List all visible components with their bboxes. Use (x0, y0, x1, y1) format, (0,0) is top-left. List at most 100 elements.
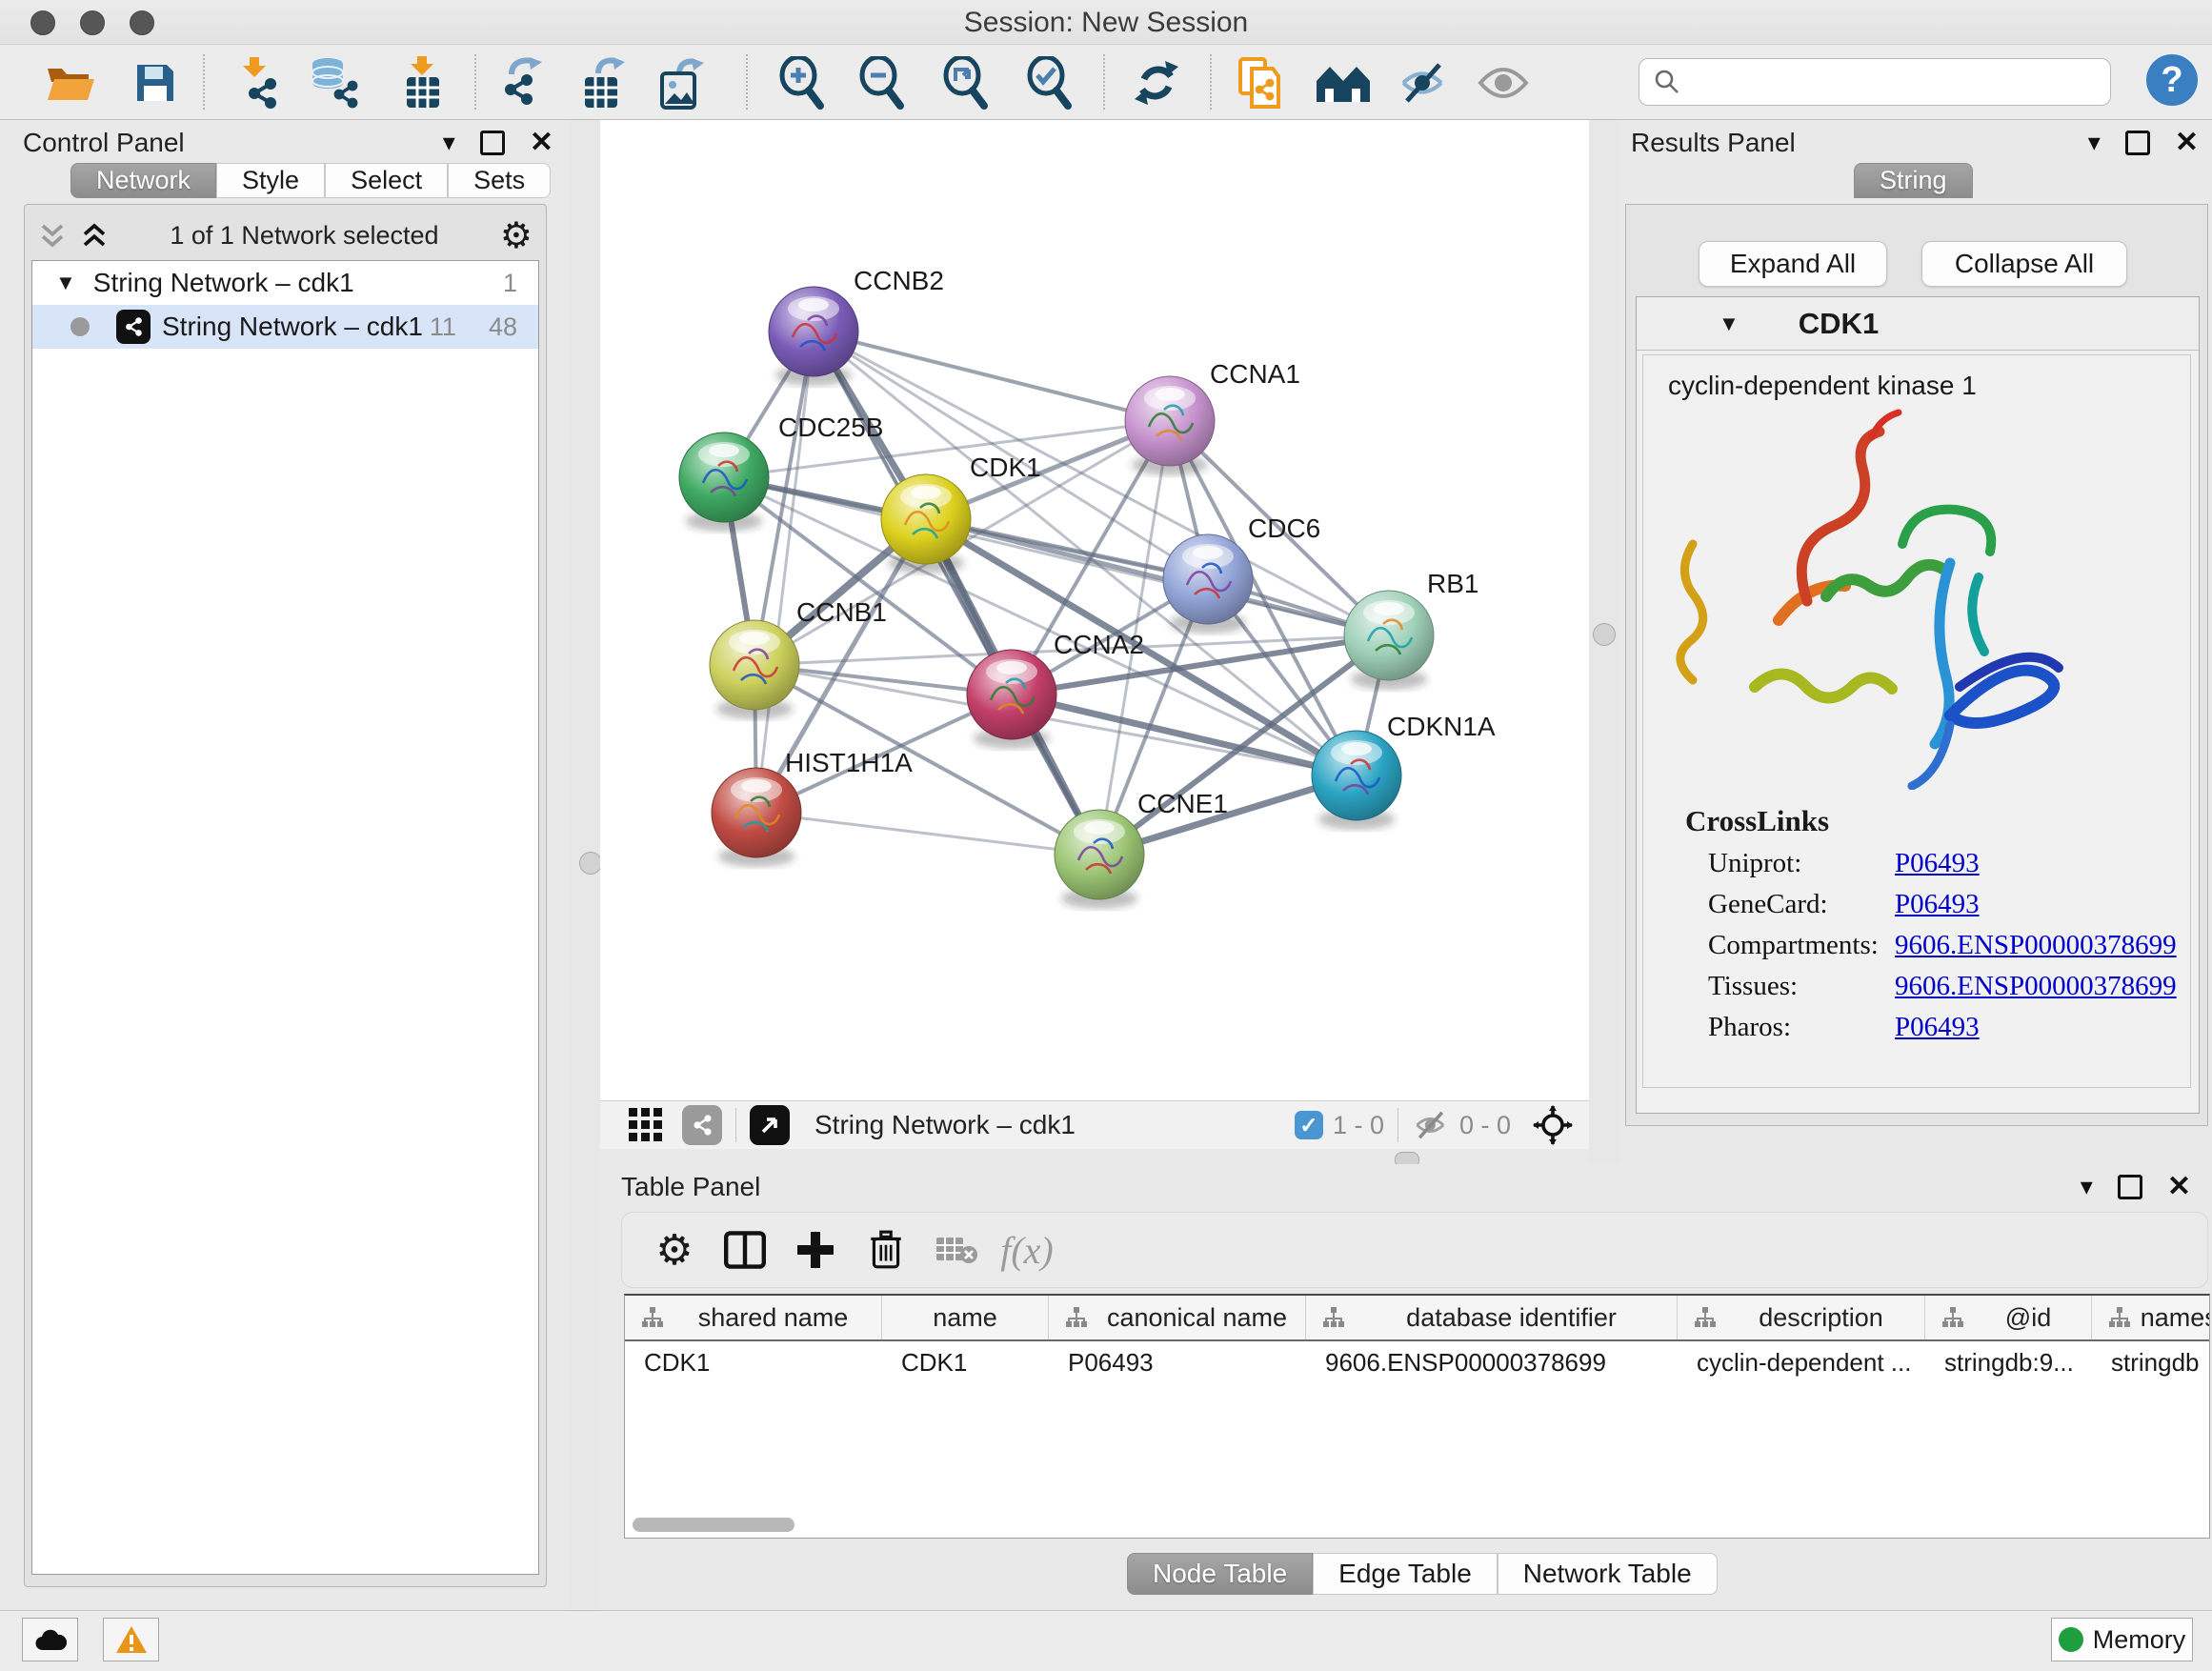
tab-style[interactable]: Style (216, 163, 325, 198)
tab-node-table[interactable]: Node Table (1127, 1553, 1313, 1595)
column-header-database-identifier[interactable]: database identifier (1306, 1296, 1678, 1339)
add-column-icon[interactable] (780, 1230, 851, 1270)
zoom-selected-icon (1025, 56, 1075, 110)
network-node[interactable] (1125, 376, 1215, 475)
left-splitter-grip[interactable] (579, 852, 602, 875)
column-header-name[interactable]: name (882, 1296, 1049, 1339)
crosslink-link[interactable]: P06493 (1895, 889, 1980, 920)
column-header-namespace[interactable]: namespace (2092, 1296, 2210, 1339)
tab-network-table[interactable]: Network Table (1498, 1553, 1718, 1595)
warning-status-button[interactable] (103, 1618, 159, 1661)
export-table-button[interactable] (576, 56, 632, 110)
import-network-file-button[interactable] (228, 56, 283, 110)
crosslink-row: Uniprot:P06493 (1708, 848, 2190, 879)
zoom-out-button[interactable] (855, 56, 910, 110)
tab-string[interactable]: String (1854, 163, 1973, 198)
table-cell[interactable]: CDK1 (882, 1341, 1049, 1383)
table-cell[interactable]: stringdb:9... (1925, 1341, 2092, 1383)
zoom-fit-button[interactable] (938, 56, 994, 110)
tab-edge-table[interactable]: Edge Table (1313, 1553, 1498, 1595)
tab-select[interactable]: Select (325, 163, 448, 198)
network-node[interactable] (712, 768, 801, 867)
network-share-view-icon[interactable] (682, 1105, 722, 1145)
expand-all-networks-icon[interactable] (80, 221, 109, 250)
network-node[interactable] (769, 287, 858, 386)
crosslink-link[interactable]: 9606.ENSP00000378699 (1895, 971, 2177, 1002)
export-network-button[interactable] (495, 56, 551, 110)
apply-layout-button[interactable] (1129, 56, 1184, 110)
open-session-button[interactable] (42, 56, 97, 110)
zoom-in-button[interactable] (774, 56, 830, 110)
crosslink-link[interactable]: P06493 (1895, 1012, 1980, 1043)
crosshair-icon[interactable] (1532, 1104, 1574, 1146)
network-options-gear-icon[interactable]: ⚙ (500, 214, 533, 257)
grid-view-icon[interactable] (627, 1106, 665, 1144)
network-node[interactable] (1163, 534, 1253, 634)
column-header--id[interactable]: @id (1925, 1296, 2092, 1339)
network-node[interactable] (710, 620, 799, 719)
float-panel-icon[interactable] (2118, 1175, 2142, 1199)
cloud-status-button[interactable] (22, 1618, 78, 1661)
save-session-button[interactable] (128, 56, 183, 110)
tab-network[interactable]: Network (70, 163, 216, 198)
crosslink-link[interactable]: 9606.ENSP00000378699 (1895, 930, 2177, 961)
houses-icon (1316, 62, 1371, 104)
help-button[interactable]: ? (2146, 54, 2198, 106)
memory-button[interactable]: Memory (2051, 1618, 2193, 1661)
memory-status-dot-icon (2059, 1627, 2083, 1652)
collapse-all-networks-icon[interactable] (38, 221, 67, 250)
delete-column-trash-icon[interactable] (851, 1229, 921, 1271)
gene-collapse-arrow-icon[interactable]: ▼ (1719, 312, 1739, 336)
float-panel-icon[interactable] (480, 131, 505, 155)
close-panel-icon[interactable]: ✕ (2167, 1170, 2191, 1203)
column-header-description[interactable]: description (1678, 1296, 1925, 1339)
float-panel-icon[interactable] (2125, 131, 2150, 155)
column-header-canonical-name[interactable]: canonical name (1049, 1296, 1306, 1339)
table-row[interactable]: CDK1CDK1P064939606.ENSP00000378699cyclin… (625, 1341, 2210, 1383)
selected-checkbox-icon[interactable]: ✓ (1295, 1111, 1323, 1139)
first-neighbors-button[interactable] (1316, 56, 1371, 110)
import-network-database-button[interactable] (306, 56, 361, 110)
import-table-file-button[interactable] (394, 56, 450, 110)
show-all-button[interactable] (1476, 56, 1531, 110)
network-node[interactable] (1344, 591, 1434, 690)
zoom-selected-button[interactable] (1022, 56, 1077, 110)
tab-sets[interactable]: Sets (448, 163, 551, 198)
network-edge[interactable] (756, 332, 814, 813)
crosslink-link[interactable]: P06493 (1895, 848, 1980, 879)
network-collection-row[interactable]: ▼ String Network – cdk1 1 (32, 261, 538, 305)
birds-eye-view-icon[interactable] (750, 1105, 790, 1145)
collapse-panel-icon[interactable]: ▾ (2081, 1172, 2093, 1201)
network-node[interactable] (1312, 731, 1401, 830)
new-network-from-selection-button[interactable] (1232, 56, 1287, 110)
collapse-all-button[interactable]: Collapse All (1921, 241, 2127, 287)
network-node[interactable] (1055, 810, 1144, 909)
export-image-button[interactable] (654, 56, 710, 110)
close-panel-icon[interactable]: ✕ (2175, 126, 2199, 159)
hidden-eye-slash-icon[interactable] (1412, 1110, 1450, 1140)
collapse-panel-icon[interactable]: ▾ (443, 128, 455, 157)
table-cell[interactable]: 9606.ENSP00000378699 (1306, 1341, 1678, 1383)
show-columns-icon[interactable] (710, 1231, 780, 1269)
right-splitter-grip[interactable] (1593, 623, 1616, 646)
network-node[interactable] (881, 474, 971, 574)
network-node[interactable] (967, 650, 1056, 749)
table-cell[interactable]: cyclin-dependent ... (1678, 1341, 1925, 1383)
network-node[interactable] (679, 433, 769, 532)
hide-selection-button[interactable] (1396, 56, 1451, 110)
network-edge[interactable] (756, 813, 1099, 855)
column-header-shared-name[interactable]: shared name (625, 1296, 882, 1339)
close-panel-icon[interactable]: ✕ (530, 126, 553, 159)
network-canvas[interactable]: CCNB2CCNA1CDC25BCDK1CDC6RB1CCNB1CCNA2CDK… (600, 120, 1589, 1100)
horizontal-scrollbar[interactable] (633, 1518, 794, 1532)
collapse-panel-icon[interactable]: ▾ (2088, 128, 2101, 157)
table-cell[interactable]: P06493 (1049, 1341, 1306, 1383)
table-cell[interactable]: stringdb (2092, 1341, 2210, 1383)
expand-all-button[interactable]: Expand All (1699, 241, 1887, 287)
table-options-gear-icon[interactable]: ⚙ (639, 1226, 710, 1275)
global-search-field[interactable] (1639, 58, 2111, 106)
network-row[interactable]: String Network – cdk1 11 48 (32, 305, 538, 349)
search-input[interactable] (1691, 67, 2110, 98)
collection-expand-arrow-icon[interactable]: ▼ (55, 271, 76, 295)
table-cell[interactable]: CDK1 (625, 1341, 882, 1383)
